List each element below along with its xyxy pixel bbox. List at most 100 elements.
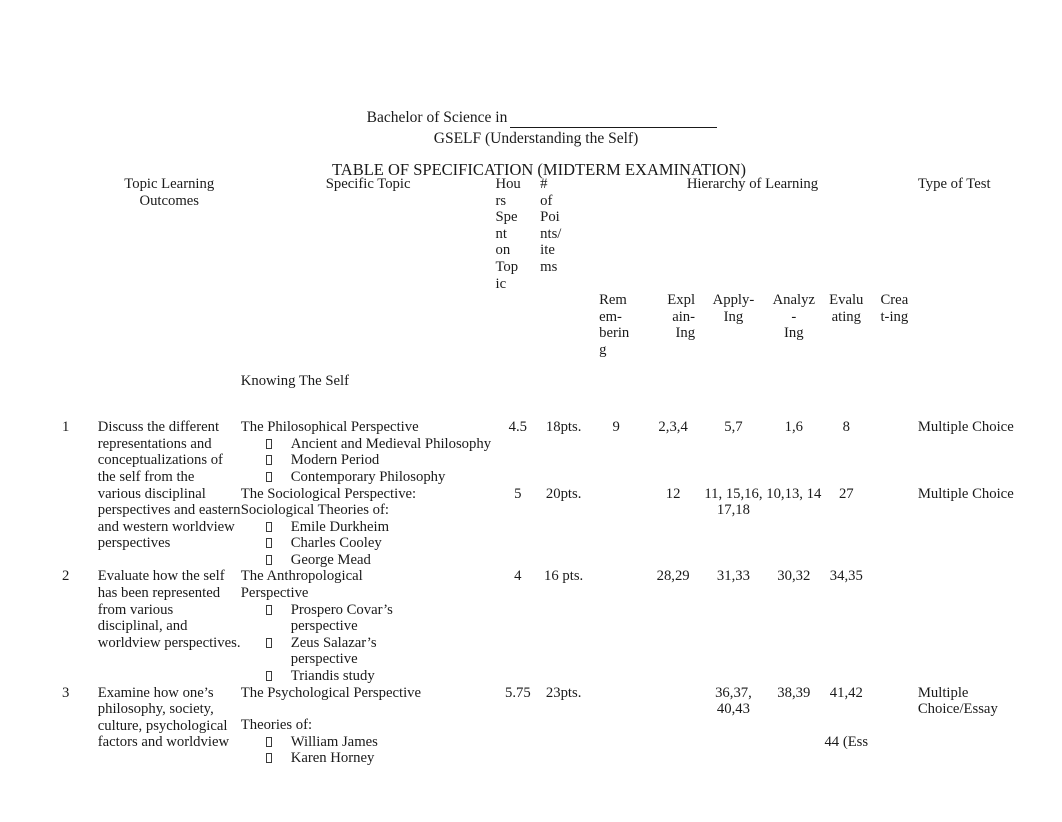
list-item-label: George Mead [290, 551, 371, 568]
row-analyzing: 30,32 [777, 568, 811, 585]
row-applying: 36,37, 40,43 [715, 684, 752, 718]
row-points: 23pts. [545, 684, 582, 701]
list-item: Prospero Covar’s perspective [241, 602, 496, 635]
header-hours-spent: Hou rs Spe nt on Top ic [495, 176, 521, 292]
list-item-label: Prospero Covar’s perspective [290, 601, 393, 635]
subheader-cell-blank-4 [495, 292, 540, 358]
tofu-bullet-icon [265, 538, 272, 549]
row-topic-learning-outcome: Examine how one’s philosophy, society, c… [97, 684, 230, 751]
header-topic-learning-outcomes: Topic Learning Outcomes [98, 176, 241, 292]
row-specific-topic: The Sociological Perspective: Sociologic… [241, 486, 496, 569]
row-applying: 31,33 [716, 568, 750, 585]
subheader-cell-blank-2 [98, 292, 241, 358]
row-points: 16 pts. [544, 568, 584, 585]
document-page: Bachelor of Science in GSELF (Understand… [0, 0, 1062, 822]
tofu-bullet-icon [265, 554, 272, 565]
row-type-of-test [918, 568, 1052, 684]
row-number [62, 486, 98, 569]
list-item: Ancient and Medieval Philosophy [241, 436, 496, 453]
table-row: 3 Examine how one’s philosophy, society,… [62, 685, 1052, 767]
section-label-row: Knowing The Self [62, 373, 1052, 390]
row-type-of-test: Multiple Choice [917, 419, 1014, 436]
list-item: Zeus Salazar’s perspective [241, 635, 496, 668]
subheader-explaining: Expl ain- Ing [667, 292, 696, 342]
tofu-bullet-icon [265, 753, 272, 764]
row-hours: 5.75 [504, 684, 531, 701]
topic-title: The Philosophical Perspective [240, 419, 419, 436]
degree-label: Bachelor of Science in [366, 109, 508, 126]
header-hierarchy-of-learning: Hierarchy of Learning [686, 176, 819, 192]
table-subheader-row: Rem em- berin g Expl ain- Ing Apply- Ing… [62, 292, 1052, 358]
list-item: George Mead [241, 552, 496, 569]
list-item-label: Contemporary Philosophy [290, 468, 446, 485]
section-blank-1 [62, 373, 98, 390]
tofu-bullet-icon [265, 604, 272, 615]
degree-blank-rule [510, 114, 718, 128]
row-topic-learning-outcome: Discuss the different representations an… [97, 419, 241, 552]
row-number: 1 [62, 419, 70, 436]
list-item: Emile Durkheim [241, 519, 496, 536]
tofu-bullet-icon [265, 521, 272, 532]
list-item: Triandis study [241, 668, 496, 685]
row-hours: 4 [514, 568, 522, 585]
topic-bullet-list: Ancient and Medieval Philosophy Modern P… [241, 436, 496, 486]
section-blank-3 [495, 373, 1052, 390]
tofu-bullet-icon [265, 736, 272, 747]
tofu-bullet-icon [265, 471, 272, 482]
row-evaluating: 41,42 44 (Ess [822, 685, 871, 767]
row-remembering: 9 [612, 419, 620, 436]
spacer-row-2 [62, 389, 1052, 419]
row-evaluating: 34,35 [829, 568, 863, 585]
table-row: 2 Evaluate how the self has been represe… [62, 568, 1052, 684]
list-item-label: Charles Cooley [290, 535, 382, 552]
row-explaining: 2,3,4 [658, 419, 688, 436]
row-hours: 5 [514, 485, 522, 502]
row-specific-topic: The Anthropological Perspective Prospero… [241, 568, 496, 684]
row-points: 18pts. [545, 419, 582, 436]
row-evaluating-extra: 44 (Ess [824, 734, 869, 751]
row-analyzing: 38,39 [777, 684, 811, 701]
table-header-row: Topic Learning Outcomes Specific Topic H… [62, 176, 1052, 292]
subheader-cell-blank-3 [241, 292, 496, 358]
row-creating [871, 419, 918, 485]
header-points-items: # of Poi nts/ ite ms [540, 176, 562, 275]
topic-title: The Sociological Perspective: [240, 485, 417, 502]
row-hours: 4.5 [508, 419, 527, 436]
row-specific-topic: The Psychological Perspective Theories o… [241, 685, 496, 767]
specification-table: Topic Learning Outcomes Specific Topic H… [62, 176, 1052, 767]
header-specific-topic: Specific Topic [325, 176, 411, 192]
subheader-evaluating: Evalu ating [829, 292, 864, 325]
tofu-bullet-icon [265, 671, 272, 682]
topic-subtitle: Sociological Theories of: [240, 502, 389, 519]
list-item-label: Emile Durkheim [290, 518, 390, 535]
row-explaining: 12 [665, 485, 681, 502]
row-number: 3 [62, 684, 70, 701]
list-item: Charles Cooley [241, 535, 496, 552]
subheader-remembering: Rem em- berin g [599, 292, 630, 358]
row-analyzing: 10,13, 14 [766, 485, 822, 502]
row-applying: 11, 15,16, 17,18 [704, 485, 763, 519]
list-item-label: Modern Period [290, 452, 380, 469]
subheader-applying: Apply- Ing [712, 292, 755, 325]
spacer-row-1 [62, 359, 1052, 373]
list-item-label: Ancient and Medieval Philosophy [290, 435, 492, 452]
topic-title: The Anthropological Perspective [240, 568, 363, 602]
topic-bullet-list: William James Karen Horney [241, 734, 496, 767]
list-item-label: Triandis study [290, 668, 375, 685]
row-remembering [587, 568, 645, 684]
document-header: Bachelor of Science in GSELF (Understand… [0, 108, 1062, 149]
subheader-cell-blank-5 [540, 292, 587, 358]
subheader-cell-blank-6 [918, 292, 1052, 358]
row-points: 20pts. [545, 485, 582, 502]
row-explaining: 28,29 [656, 568, 690, 585]
section-blank-2 [98, 373, 241, 390]
row-explaining [645, 685, 701, 767]
list-item: Modern Period [241, 452, 496, 469]
degree-line: Bachelor of Science in [0, 108, 1062, 128]
row-remembering [587, 685, 645, 767]
header-tlo-text: Topic Learning Outcomes [124, 176, 215, 209]
subheader-analyzing: Analyz - Ing [772, 292, 815, 342]
list-item-label: William James [290, 733, 378, 750]
topic-subtitle: Theories of: [240, 717, 313, 734]
list-item: Contemporary Philosophy [241, 469, 496, 486]
